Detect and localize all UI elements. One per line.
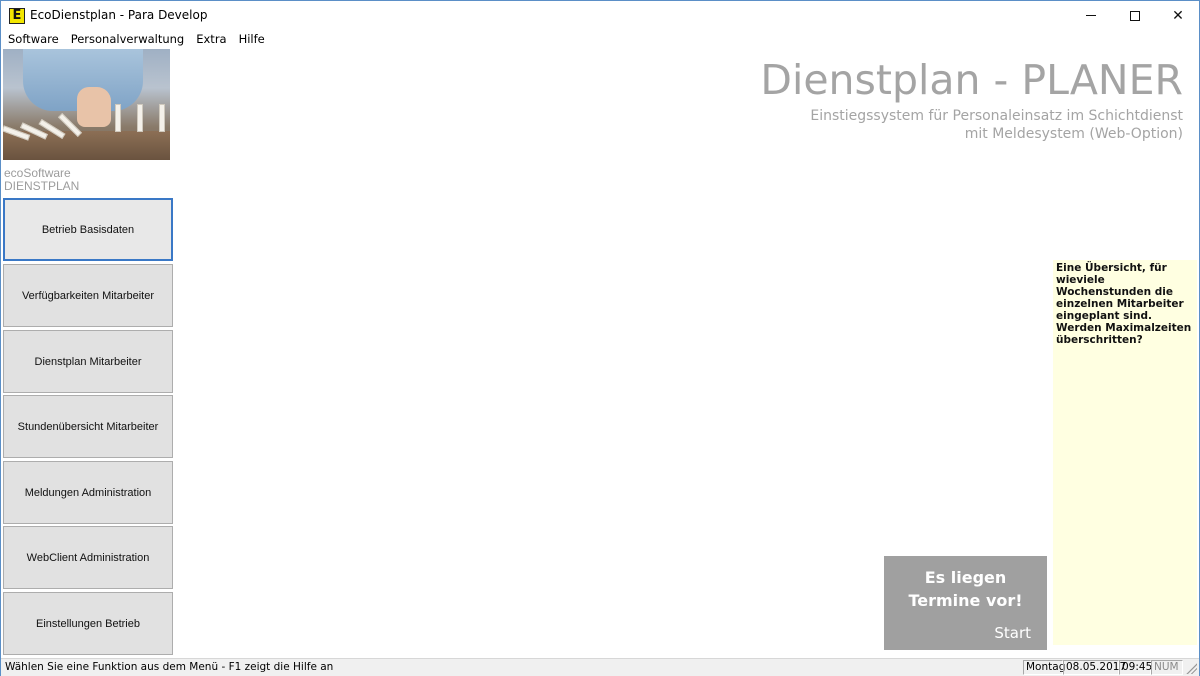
- appointments-line-1: Es liegen: [924, 568, 1007, 587]
- hero-image: [3, 49, 170, 160]
- info-panel: Eine Übersicht, für wieviele Wochenstund…: [1053, 260, 1197, 645]
- hero-domino: [115, 104, 121, 132]
- status-date: 08.05.2017: [1063, 660, 1126, 675]
- subtitle-line-2: mit Meldesystem (Web-Option): [964, 126, 1183, 142]
- menu-extra[interactable]: Extra: [189, 30, 231, 48]
- hero-domino: [137, 104, 143, 132]
- title-bar[interactable]: E EcoDienstplan - Para Develop ✕: [1, 1, 1199, 30]
- main-area: Dienstplan - PLANER Einstiegssystem für …: [174, 48, 1199, 658]
- app-window: E EcoDienstplan - Para Develop ✕ Softwar…: [0, 0, 1200, 676]
- subtitle-line-1: Einstiegssystem für Personaleinsatz im S…: [810, 108, 1183, 124]
- menu-personalverwaltung[interactable]: Personalverwaltung: [64, 30, 190, 48]
- webclient-administration-button[interactable]: WebClient Administration: [3, 526, 173, 589]
- appointments-line-2: Termine vor!: [908, 591, 1023, 610]
- start-button[interactable]: Start: [994, 624, 1031, 642]
- meldungen-administration-button[interactable]: Meldungen Administration: [3, 461, 173, 524]
- maximize-icon: [1130, 10, 1140, 21]
- menu-hilfe[interactable]: Hilfe: [232, 30, 270, 48]
- appointments-message: Es liegen Termine vor!: [884, 566, 1047, 612]
- hero-hand: [77, 87, 111, 127]
- dienstplan-mitarbeiter-button[interactable]: Dienstplan Mitarbeiter: [3, 330, 173, 393]
- brand-line-1: ecoSoftware: [4, 166, 71, 180]
- menu-software[interactable]: Software: [1, 30, 64, 48]
- minimize-icon: [1086, 15, 1096, 16]
- minimize-button[interactable]: [1069, 1, 1113, 30]
- status-bar: Wählen Sie eine Funktion aus dem Menü - …: [1, 658, 1199, 676]
- close-icon: ✕: [1172, 7, 1184, 24]
- status-message: Wählen Sie eine Funktion aus dem Menü - …: [5, 661, 334, 673]
- app-logo-icon: E: [9, 8, 25, 24]
- sidebar: ecoSoftware DIENSTPLAN Betrieb Basisdate…: [1, 48, 174, 658]
- app-title: Dienstplan - PLANER: [760, 56, 1183, 104]
- window-title: EcoDienstplan - Para Develop: [30, 8, 208, 22]
- menu-bar: Software Personalverwaltung Extra Hilfe: [1, 30, 1199, 48]
- close-button[interactable]: ✕: [1156, 1, 1200, 30]
- brand-line-2: DIENSTPLAN: [4, 179, 80, 193]
- verfuegbarkeiten-mitarbeiter-button[interactable]: Verfügbarkeiten Mitarbeiter: [3, 264, 173, 327]
- status-time: 09:45: [1119, 660, 1152, 675]
- maximize-button[interactable]: [1113, 1, 1157, 30]
- status-num-lock: NUM: [1151, 660, 1183, 675]
- stundenuebersicht-mitarbeiter-button[interactable]: Stundenübersicht Mitarbeiter: [3, 395, 173, 458]
- appointments-tile[interactable]: Es liegen Termine vor! Start: [884, 556, 1047, 650]
- status-day: Montag: [1023, 660, 1065, 675]
- hero-domino: [159, 104, 165, 132]
- betrieb-basisdaten-button[interactable]: Betrieb Basisdaten: [3, 198, 173, 261]
- einstellungen-betrieb-button[interactable]: Einstellungen Betrieb: [3, 592, 173, 655]
- resize-grip-icon[interactable]: [1185, 662, 1197, 674]
